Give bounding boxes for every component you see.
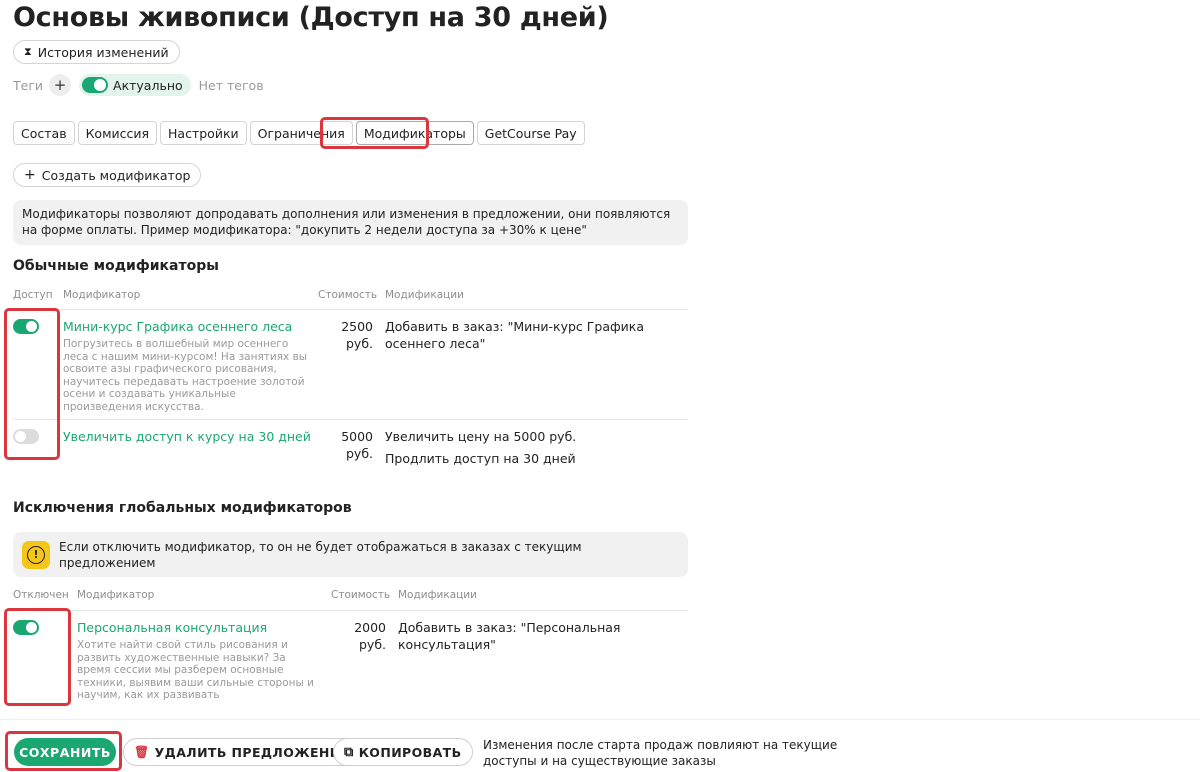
access-toggle-row-2[interactable] (13, 429, 39, 444)
warning-text: Если отключить модификатор, то он не буд… (59, 539, 582, 570)
modifier-price: 2000 руб. (354, 620, 386, 652)
global-modifiers-title: Исключения глобальных модификаторов (13, 500, 352, 516)
col-changes: Модификации (385, 289, 464, 301)
actual-toggle[interactable] (82, 77, 109, 93)
modifier-change: Добавить в заказ: "Мини-курс Графика осе… (385, 319, 645, 351)
tab-sostav[interactable]: Состав (13, 121, 75, 145)
plus-icon: + (53, 76, 67, 94)
modifier-name-link[interactable]: Мини-курс Графика осеннего леса (63, 319, 292, 334)
tab-commission[interactable]: Комиссия (77, 121, 158, 145)
modifier-change: Добавить в заказ: "Персональная консульт… (398, 620, 621, 652)
modifiers-info-box: Модификаторы позволяют допродавать допол… (13, 200, 688, 245)
actual-status-chip[interactable]: Актуально (79, 74, 191, 96)
plus-icon: + (24, 167, 36, 183)
modifier-change: Увеличить цену на 5000 руб. (385, 429, 577, 444)
global-disable-toggle-row-1[interactable] (13, 620, 39, 635)
col-changes: Модификации (398, 589, 477, 601)
copy-icon: ⧉ (344, 744, 354, 760)
regular-modifiers-title: Обычные модификаторы (13, 258, 219, 274)
col-cost: Стоимость (318, 289, 378, 301)
modifier-name-link[interactable]: Увеличить доступ к курсу на 30 дней (63, 429, 311, 444)
col-modifier: Модификатор (63, 289, 141, 301)
divider (13, 309, 688, 310)
col-access: Доступ (13, 289, 53, 301)
delete-offer-button[interactable]: 🗑 УДАЛИТЬ ПРЕДЛОЖЕНИЕ (123, 738, 361, 766)
delete-offer-label: УДАЛИТЬ ПРЕДЛОЖЕНИЕ (154, 744, 350, 760)
modifier-name-link[interactable]: Персональная консультация (77, 620, 267, 635)
divider (13, 419, 688, 420)
tab-getcourse-pay[interactable]: GetCourse Pay (476, 121, 585, 145)
tab-restrictions[interactable]: Ограничения (249, 121, 353, 145)
tab-settings[interactable]: Настройки (160, 121, 247, 145)
no-tags-text: Нет тегов (198, 77, 264, 93)
page-title: Основы живописи (Доступ на 30 дней) (13, 2, 609, 33)
tags-label: Теги (13, 77, 44, 93)
create-modifier-button[interactable]: + Создать модификатор (13, 163, 202, 187)
history-button-label: История изменений (37, 44, 169, 60)
divider (13, 610, 688, 611)
warning-icon: ! (22, 540, 50, 569)
tab-bar: Состав Комиссия Настройки Ограничения Мо… (13, 121, 585, 145)
create-modifier-label: Создать модификатор (41, 167, 191, 183)
copy-label: КОПИРОВАТЬ (358, 744, 462, 760)
modifier-price: 2500 руб. (341, 319, 373, 351)
save-button[interactable]: СОХРАНИТЬ (14, 738, 116, 766)
copy-button[interactable]: ⧉ КОПИРОВАТЬ (333, 738, 473, 766)
access-toggle-row-1[interactable] (13, 319, 39, 334)
modifier-price: 5000 руб. (341, 429, 373, 461)
add-tag-button[interactable]: + (49, 74, 72, 96)
history-button[interactable]: ⧗ История изменений (13, 40, 180, 64)
modifier-description: Хотите найти свой стиль рисования и разв… (77, 639, 314, 702)
global-warning-box: ! Если отключить модификатор, то он не б… (13, 532, 688, 577)
col-disabled: Отключен (13, 589, 69, 601)
footer-note: Изменения после старта продаж повлияют н… (483, 738, 838, 768)
col-modifier: Модификатор (77, 589, 155, 601)
hourglass-icon: ⧗ (24, 45, 32, 58)
tab-modifiers[interactable]: Модификаторы (355, 121, 474, 145)
modifier-description: Погрузитесь в волшебный мир осеннего лес… (63, 338, 308, 413)
tags-row: Теги + Актуально Нет тегов (13, 74, 264, 96)
col-cost: Стоимость (331, 589, 391, 601)
actual-label: Актуально (113, 77, 183, 93)
trash-icon: 🗑 (134, 745, 150, 759)
modifier-change: Продлить доступ на 30 дней (385, 451, 576, 466)
